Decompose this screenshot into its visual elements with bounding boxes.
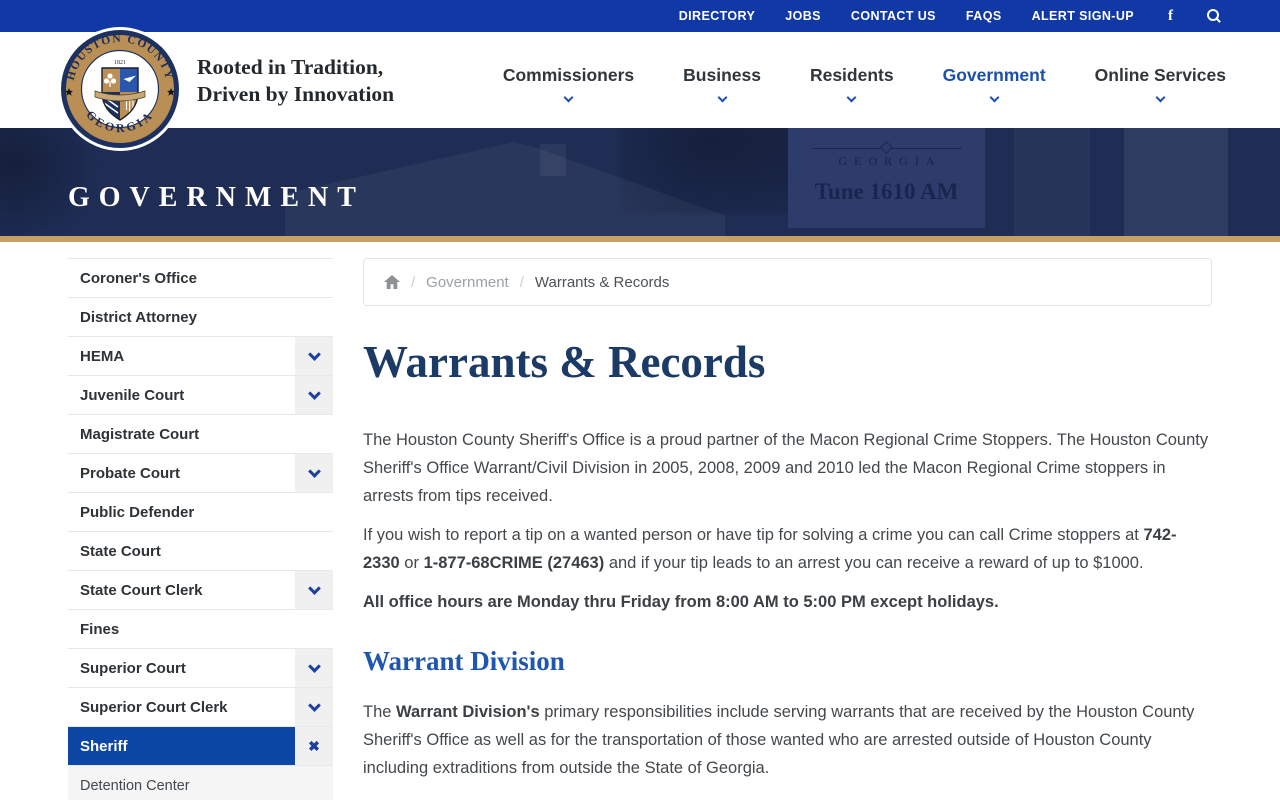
chevron-down-icon: [563, 92, 574, 103]
hero-pole-silhouette: [1014, 128, 1090, 236]
sidebar-item-sheriff[interactable]: Sheriff ✖: [68, 727, 333, 766]
sidebar-item-state-court[interactable]: State Court: [68, 532, 333, 571]
chevron-down-icon: [989, 92, 1000, 103]
office-hours-paragraph: All office hours are Monday thru Friday …: [363, 593, 999, 611]
nav-item-government[interactable]: Government: [943, 65, 1046, 103]
sidebar-item-fines[interactable]: Fines: [68, 610, 333, 649]
facebook-icon[interactable]: f: [1164, 8, 1177, 25]
phone-number: 1-877-68CRIME (27463): [423, 554, 605, 572]
nav-item-online-services[interactable]: Online Services: [1095, 65, 1226, 103]
search-icon[interactable]: [1207, 8, 1222, 24]
page-section-title: GOVERNMENT: [68, 182, 365, 213]
home-icon[interactable]: [384, 275, 400, 289]
breadcrumb-current: Warrants & Records: [534, 273, 670, 291]
sidebar-item-public-defender[interactable]: Public Defender: [68, 493, 333, 532]
sidebar-item-magistrate-court[interactable]: Magistrate Court: [68, 415, 333, 454]
intro-paragraph: The Houston County Sheriff's Office is a…: [363, 431, 1209, 505]
sidebar-item-district-attorney[interactable]: District Attorney: [68, 298, 333, 337]
breadcrumb-link-government[interactable]: Government: [426, 274, 509, 291]
topbar-link-alert-sign-up[interactable]: ALERT SIGN-UP: [1032, 9, 1134, 23]
chevron-down-icon[interactable]: [295, 337, 333, 375]
nav-item-commissioners[interactable]: Commissioners: [503, 65, 634, 103]
hero-background-sign: GEORGIA Tune 1610 AM: [788, 128, 985, 228]
breadcrumb: / Government / Warrants & Records: [363, 258, 1212, 306]
chevron-down-icon: [846, 92, 857, 103]
sidebar-item-superior-court[interactable]: Superior Court: [68, 649, 333, 688]
chevron-down-icon[interactable]: [295, 454, 333, 492]
topbar: DIRECTORY JOBS CONTACT US FAQS ALERT SIG…: [0, 0, 1280, 32]
sidebar-item-detention-center[interactable]: Detention Center: [68, 766, 333, 800]
sidebar-item-juvenile-court[interactable]: Juvenile Court: [68, 376, 333, 415]
sidebar-item-coroners-office[interactable]: Coroner's Office: [68, 259, 333, 298]
hero-banner: GEORGIA Tune 1610 AM GOVERNMENT: [0, 128, 1280, 236]
sign-divider: [811, 148, 962, 149]
site-tagline: Rooted in Tradition, Driven by Innovatio…: [197, 55, 395, 106]
sidebar-item-state-court-clerk[interactable]: State Court Clerk: [68, 571, 333, 610]
topbar-link-contact-us[interactable]: CONTACT US: [851, 9, 936, 23]
site-header: HOUSTON COUNTY GEORGIA 1821 Rooted in Tr…: [0, 27, 1280, 151]
chevron-down-icon: [1155, 92, 1166, 103]
warrant-division-paragraph: The Warrant Division's primary responsib…: [363, 703, 1195, 777]
topbar-link-faqs[interactable]: FAQS: [966, 9, 1002, 23]
chevron-down-icon: [717, 92, 727, 103]
tip-paragraph: If you wish to report a tip on a wanted …: [363, 526, 1177, 572]
main-nav: Commissioners Business Residents Governm…: [503, 32, 1226, 128]
government-sidebar: Coroner's Office District Attorney HEMA …: [68, 258, 333, 800]
chevron-down-icon[interactable]: [295, 376, 333, 414]
hero-pole-silhouette: [1124, 128, 1228, 236]
close-icon[interactable]: ✖: [295, 727, 333, 765]
sidebar-item-hema[interactable]: HEMA: [68, 337, 333, 376]
topbar-link-jobs[interactable]: JOBS: [785, 9, 821, 23]
page-title: Warrants & Records: [363, 337, 766, 387]
topbar-link-directory[interactable]: DIRECTORY: [679, 9, 756, 23]
county-seal-logo[interactable]: HOUSTON COUNTY GEORGIA 1821: [57, 26, 183, 152]
chevron-down-icon[interactable]: [295, 571, 333, 609]
chevron-down-icon[interactable]: [295, 649, 333, 687]
sidebar-item-superior-court-clerk[interactable]: Superior Court Clerk: [68, 688, 333, 727]
warrant-division-heading: Warrant Division: [363, 646, 565, 676]
nav-item-residents[interactable]: Residents: [810, 65, 894, 103]
chevron-down-icon[interactable]: [295, 688, 333, 726]
svg-text:1821: 1821: [114, 60, 126, 66]
main-content: / Government / Warrants & Records Warran…: [363, 258, 1212, 800]
sidebar-item-probate-court[interactable]: Probate Court: [68, 454, 333, 493]
nav-item-business[interactable]: Business: [683, 65, 761, 103]
hero-chimney-silhouette: [540, 144, 566, 176]
